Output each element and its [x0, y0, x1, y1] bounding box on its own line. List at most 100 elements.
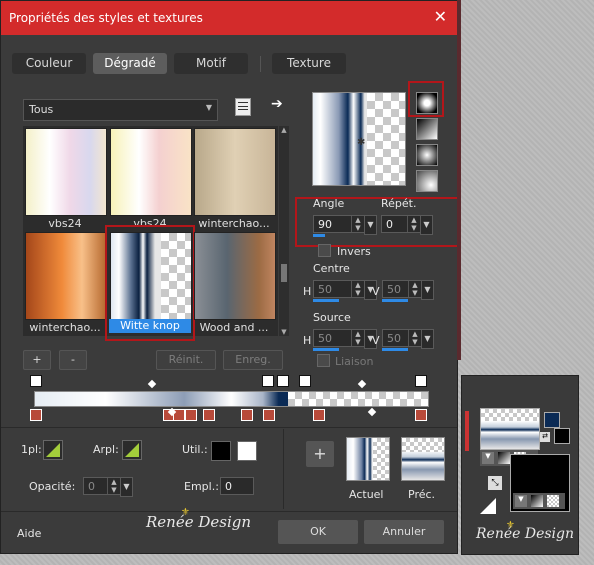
gradient-thumb-winterchao-b[interactable]	[25, 232, 107, 320]
gradient-thumb-wood-and[interactable]	[194, 232, 276, 320]
chevron-down-icon[interactable]: ▼	[515, 495, 527, 507]
center-v-input[interactable]: 50 ▲ ▼ ▼	[382, 280, 434, 300]
invert-checkbox[interactable]	[318, 244, 331, 257]
repeat-input[interactable]: 0 ▲ ▼ ▼	[381, 215, 433, 235]
gradient-thumb-vbs24-b[interactable]	[110, 128, 192, 216]
chevron-down-icon[interactable]: ▼	[120, 477, 133, 497]
spinner-arrows-icon[interactable]: ▲ ▼	[407, 216, 420, 232]
chevron-down-icon[interactable]: ▼	[420, 215, 433, 235]
add-swatch-button[interactable]: +	[306, 441, 334, 467]
previous-swatch[interactable]	[401, 437, 445, 481]
background-color-swatch[interactable]	[554, 428, 570, 444]
gradient-library-icon[interactable]	[235, 98, 251, 116]
gradient-label: winterchao...	[198, 217, 270, 230]
scroll-down-icon[interactable]: ▼	[279, 328, 289, 336]
background-swatch[interactable]: ▼	[510, 454, 570, 512]
opacity-value: 0	[88, 480, 95, 493]
foreground-color-swatch[interactable]	[544, 412, 560, 428]
center-v-slider-fill	[382, 299, 408, 302]
tab-degrade[interactable]: Dégradé	[93, 53, 167, 74]
bottom-stop-marker[interactable]	[415, 409, 427, 421]
empl-input[interactable]: 0	[220, 477, 254, 495]
top-stop-marker[interactable]	[30, 375, 42, 387]
tab-texture[interactable]: Texture	[272, 53, 346, 74]
source-h-input[interactable]: 50 ▲ ▼ ▼	[313, 329, 377, 349]
spinner-arrows-icon[interactable]: ▲ ▼	[107, 478, 120, 494]
center-v-value: 50	[387, 283, 401, 296]
close-icon[interactable]: ✕	[434, 7, 447, 26]
bottom-stop-marker[interactable]	[263, 409, 275, 421]
gradient-editor-bar[interactable]	[34, 391, 429, 407]
source-v-label: V	[372, 334, 380, 347]
cancel-button[interactable]: Annuler	[364, 520, 444, 544]
bottom-stop-marker[interactable]	[203, 409, 215, 421]
center-h-input[interactable]: 50 ▲ ▼ ▼	[313, 280, 377, 300]
angle-input[interactable]: 90 ▲ ▼ ▼	[313, 215, 377, 235]
top-stop-marker[interactable]	[277, 375, 289, 387]
top-stop-marker[interactable]	[262, 375, 274, 387]
bottom-stop-marker[interactable]	[185, 409, 197, 421]
link-checkbox[interactable]	[317, 354, 330, 367]
chevron-down-icon[interactable]: ▼	[364, 215, 377, 235]
help-link[interactable]: Aide	[17, 527, 41, 540]
add-gradient-button[interactable]: +	[23, 350, 51, 370]
midpoint-diamond[interactable]	[357, 379, 367, 389]
sunburst-style-icon[interactable]	[416, 144, 438, 166]
scroll-up-icon[interactable]: ▲	[279, 126, 289, 134]
gradient-mode-icon[interactable]	[498, 452, 510, 464]
category-select[interactable]: Tous ▼	[23, 99, 218, 121]
chevron-down-icon[interactable]: ▼	[421, 329, 434, 349]
remove-gradient-button[interactable]: -	[59, 350, 87, 370]
midpoint-diamond[interactable]	[367, 407, 377, 417]
tab-motif[interactable]: Motif	[174, 53, 248, 74]
arpl-swatch[interactable]	[122, 440, 142, 460]
bottom-stop-marker[interactable]	[313, 409, 325, 421]
pattern-mode-icon[interactable]	[547, 495, 559, 507]
current-swatch[interactable]	[346, 437, 390, 481]
midpoint-diamond[interactable]	[147, 379, 157, 389]
gradient-preview[interactable]: ✱	[312, 92, 406, 186]
ok-button[interactable]: OK	[278, 520, 358, 544]
gradient-thumb-winterchao-a[interactable]	[194, 128, 276, 216]
gradient-scrollbar[interactable]: ▲ ▼	[279, 126, 289, 336]
title-bar: Propriétés des styles et textures ✕	[1, 1, 457, 35]
chevron-down-icon[interactable]: ▼	[482, 452, 494, 464]
spinner-arrows-icon[interactable]: ▲ ▼	[351, 216, 364, 232]
background-style-bar[interactable]: ▼	[513, 493, 565, 509]
foreground-gradient-swatch[interactable]	[480, 408, 540, 450]
chevron-down-icon[interactable]: ▼	[421, 280, 434, 300]
arrow-right-icon[interactable]: ➔	[271, 96, 283, 112]
repeat-value: 0	[386, 218, 393, 231]
util-color-white[interactable]	[237, 441, 257, 461]
bottom-stop-marker[interactable]	[30, 409, 42, 421]
scrollbar-thumb[interactable]	[281, 264, 287, 282]
save-button[interactable]: Enreg.	[223, 350, 283, 370]
reset-button[interactable]: Réinit.	[156, 350, 216, 370]
opacity-input[interactable]: 0 ▲ ▼ ▼	[83, 477, 133, 497]
first-plan-swatch[interactable]	[43, 440, 63, 460]
radial-style-icon[interactable]	[416, 170, 438, 192]
gradient-mode-icon[interactable]	[531, 495, 543, 507]
swap-colors-icon[interactable]: ⇄	[540, 432, 550, 442]
gradient-thumb-vbs24-a[interactable]	[25, 128, 107, 216]
center-crosshair-icon[interactable]: ✱	[357, 137, 365, 148]
transparency-icon[interactable]	[480, 498, 496, 514]
util-color-black[interactable]	[211, 441, 231, 461]
first-plan-label: 1pl:	[21, 443, 42, 456]
angle-label: Angle	[313, 197, 345, 210]
spinner-arrows-icon[interactable]: ▲ ▼	[351, 330, 364, 346]
top-stop-marker[interactable]	[299, 375, 311, 387]
source-v-input[interactable]: 50 ▲ ▼ ▼	[382, 329, 434, 349]
materials-palette: ⇄ ▼ ⤡ ▼ Renée Design ⚜	[461, 375, 579, 555]
tab-couleur[interactable]: Couleur	[12, 53, 86, 74]
bottom-stop-marker[interactable]	[241, 409, 253, 421]
gradient-label: vbs24	[48, 217, 82, 230]
spinner-arrows-icon[interactable]: ▲ ▼	[408, 330, 421, 346]
spinner-arrows-icon[interactable]: ▲ ▼	[351, 281, 364, 297]
util-label: Util.:	[182, 443, 208, 456]
spinner-arrows-icon[interactable]: ▲ ▼	[408, 281, 421, 297]
swap-icon[interactable]: ⤡	[488, 476, 502, 490]
top-stop-marker[interactable]	[415, 375, 427, 387]
source-v-value: 50	[387, 332, 401, 345]
rectangular-style-icon[interactable]	[416, 118, 438, 140]
